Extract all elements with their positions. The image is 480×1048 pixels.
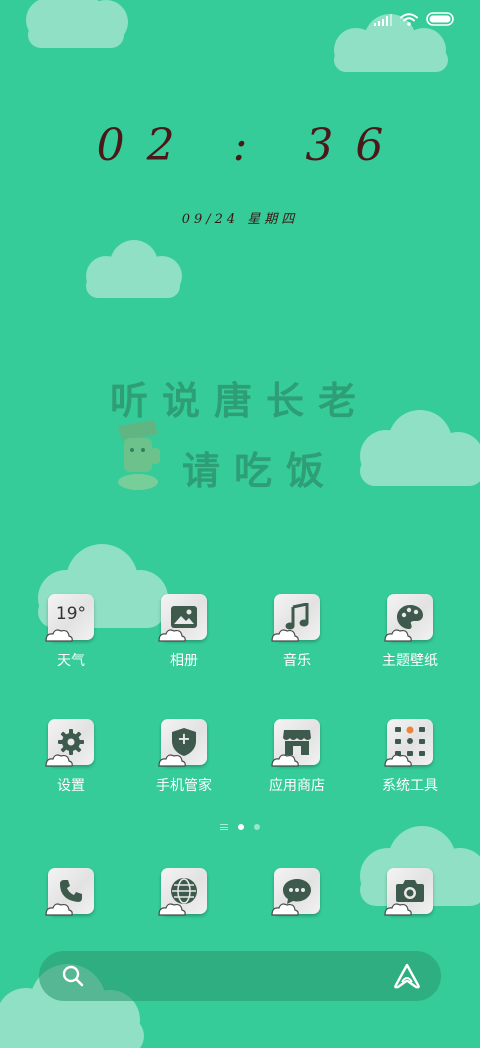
tools-grid-icon	[384, 719, 433, 767]
app-security[interactable]: + 手机管家	[129, 719, 239, 795]
store-icon	[271, 719, 320, 767]
app-music[interactable]: 音乐	[242, 594, 352, 670]
cloud-decoration	[80, 238, 186, 302]
app-settings[interactable]: 设置	[16, 719, 126, 795]
wallpaper-text-line1: 听说唐长老	[109, 378, 370, 423]
page-indicator[interactable]	[0, 824, 480, 830]
search-icon[interactable]	[61, 964, 85, 992]
app-label: 相册	[170, 653, 198, 669]
app-weather[interactable]: 19° 天气	[16, 594, 126, 670]
weather-icon: 19°	[45, 594, 94, 642]
dock-messages[interactable]	[242, 868, 352, 916]
app-label: 设置	[57, 778, 85, 794]
gear-icon	[45, 719, 94, 767]
page-dot-active[interactable]	[238, 824, 244, 830]
messages-icon	[271, 868, 320, 916]
dock-phone[interactable]	[16, 868, 126, 916]
battery-icon	[426, 11, 456, 30]
lockscreen-date: 09/24 星期四	[181, 212, 299, 227]
dock-camera[interactable]	[355, 868, 465, 916]
app-label: 主题壁纸	[382, 653, 438, 669]
app-label: 天气	[57, 653, 85, 669]
app-label: 应用商店	[269, 778, 325, 794]
weather-temperature: 19°	[55, 604, 87, 624]
app-label: 音乐	[283, 653, 311, 669]
feed-page-indicator[interactable]	[220, 824, 228, 830]
status-bar	[374, 10, 456, 30]
app-tools-folder[interactable]: 系统工具	[355, 719, 465, 795]
browser-icon	[158, 868, 207, 916]
search-bar[interactable]	[39, 951, 441, 1001]
music-icon	[271, 594, 320, 642]
app-label: 系统工具	[382, 778, 438, 794]
mascot-illustration	[112, 418, 164, 496]
wallpaper-text-line2: 请吃饭	[181, 448, 338, 493]
gallery-icon	[158, 594, 207, 642]
page-dot[interactable]	[254, 824, 260, 830]
wifi-icon	[400, 11, 418, 30]
app-gallery[interactable]: 相册	[129, 594, 239, 670]
camera-icon	[384, 868, 433, 916]
app-themes[interactable]: 主题壁纸	[355, 594, 465, 670]
lockscreen-clock: 02 : 36	[96, 120, 406, 171]
phone-icon	[45, 868, 94, 916]
app-store[interactable]: 应用商店	[242, 719, 352, 795]
dock-browser[interactable]	[129, 868, 239, 916]
shield-plus-icon: +	[158, 719, 207, 767]
app-label: 手机管家	[156, 778, 212, 794]
assistant-icon[interactable]	[393, 963, 421, 993]
cloud-decoration	[18, 0, 134, 52]
signal-icon	[374, 11, 392, 30]
palette-icon	[384, 594, 433, 642]
shield-plus-sign: +	[177, 729, 191, 748]
